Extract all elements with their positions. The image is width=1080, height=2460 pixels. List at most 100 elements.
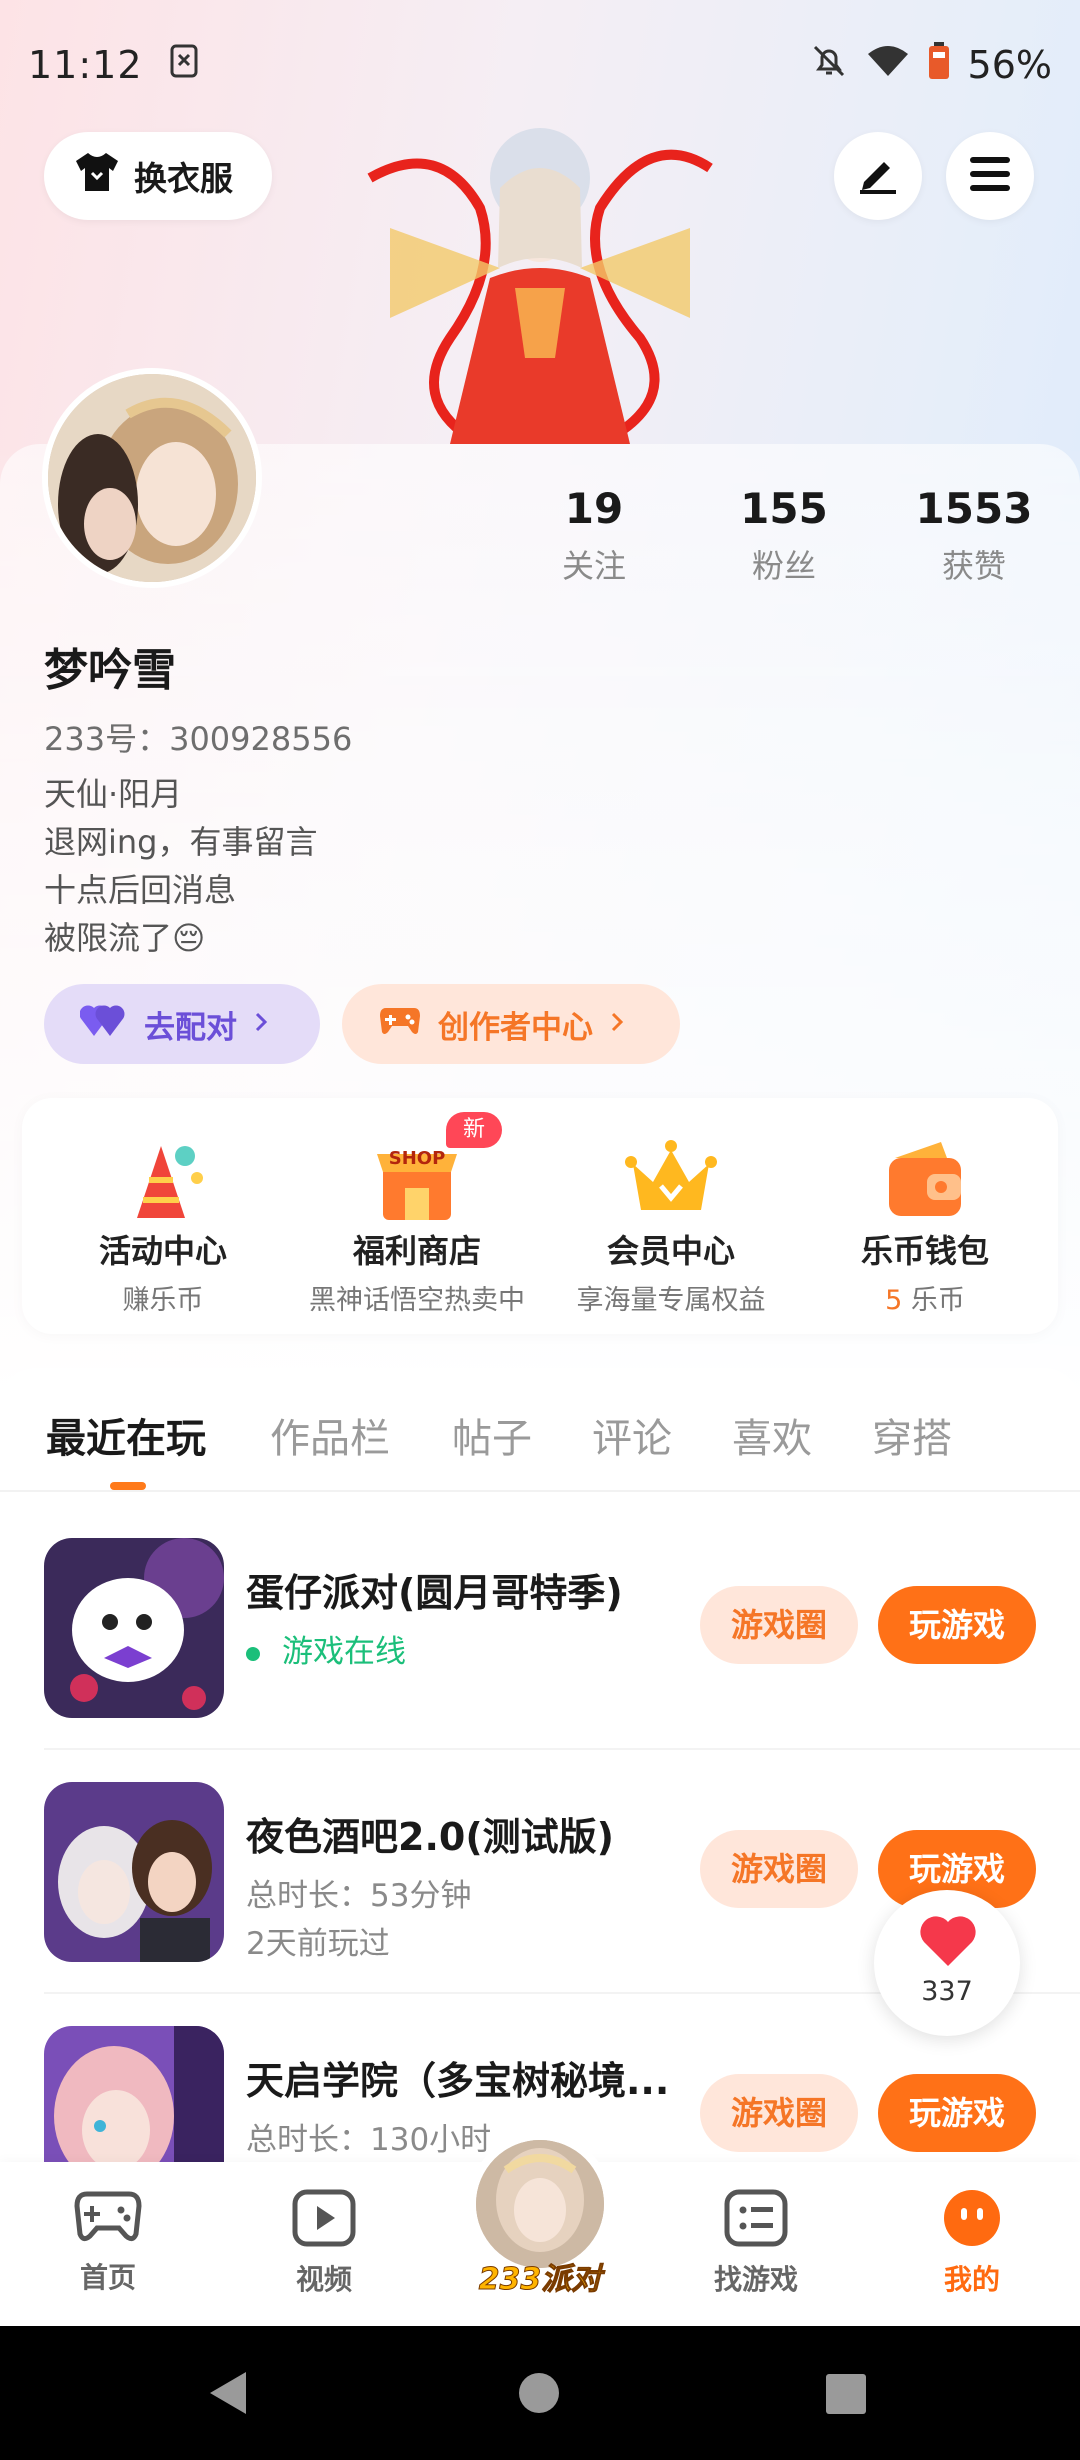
stat-fans-value: 155 bbox=[740, 484, 828, 533]
status-bar: 11:12 56% bbox=[0, 0, 1080, 130]
menu-button[interactable] bbox=[946, 132, 1034, 220]
back-icon[interactable] bbox=[206, 2370, 250, 2420]
nav-video[interactable]: 视频 bbox=[234, 2188, 414, 2298]
shirt-icon bbox=[74, 151, 120, 201]
screenshot-notice-icon bbox=[169, 43, 199, 87]
game-circle-button[interactable]: 游戏圈 bbox=[700, 1830, 858, 1908]
stat-likes-label: 获赞 bbox=[941, 547, 1006, 585]
game-circle-button[interactable]: 游戏圈 bbox=[700, 2074, 858, 2152]
recents-icon[interactable] bbox=[826, 2374, 866, 2418]
list-item[interactable]: 蛋仔派对(圆月哥特季) 游戏在线 游戏圈 玩游戏 bbox=[44, 1538, 1036, 1718]
video-play-icon bbox=[291, 2189, 357, 2252]
nav-find-game[interactable]: 找游戏 bbox=[666, 2188, 846, 2298]
profile-name: 梦吟雪 bbox=[44, 645, 176, 696]
change-outfit-label: 换衣服 bbox=[134, 159, 233, 198]
game-online-status: 游戏在线 bbox=[246, 1626, 406, 1671]
game-name: 天启学院（多宝树秘境... bbox=[246, 2059, 670, 2103]
change-outfit-button[interactable]: 换衣服 bbox=[44, 132, 272, 220]
game-circle-button[interactable]: 游戏圈 bbox=[700, 1586, 858, 1664]
tab-posts[interactable]: 帖子 bbox=[452, 1406, 532, 1464]
like-float-button[interactable]: 337 bbox=[874, 1890, 1020, 2036]
battery-percent: 56% bbox=[967, 43, 1052, 87]
wifi-icon bbox=[866, 43, 910, 87]
svg-text:SHOP: SHOP bbox=[389, 1148, 446, 1169]
new-badge: 新 bbox=[446, 1112, 502, 1148]
stat-likes-value: 1553 bbox=[915, 484, 1033, 533]
bio-line: 被限流了😔 bbox=[44, 919, 206, 957]
activity-center-sub: 赚乐币 bbox=[122, 1285, 204, 1316]
game-online-label: 游戏在线 bbox=[282, 1634, 406, 1670]
vip-center-entry[interactable]: 会员中心 享海量专属权益 bbox=[544, 1098, 798, 1334]
nav-find-game-label: 找游戏 bbox=[713, 2263, 798, 2296]
nav-home[interactable]: 首页 bbox=[18, 2188, 198, 2296]
bio-line: 天仙·阳月 bbox=[44, 775, 183, 813]
stat-fans-label: 粉丝 bbox=[751, 547, 816, 585]
gamepad-icon bbox=[378, 1002, 422, 1046]
coin-unit: 乐币 bbox=[902, 1285, 965, 1316]
quick-entries-panel: 活动中心 赚乐币 SHOP 福利商店 黑神话悟空热卖中 新 会员中心 享海量专属… bbox=[22, 1098, 1058, 1334]
welfare-shop-entry[interactable]: SHOP 福利商店 黑神话悟空热卖中 bbox=[290, 1098, 544, 1334]
tab-outfits[interactable]: 穿搭 bbox=[872, 1406, 952, 1464]
edit-profile-button[interactable] bbox=[834, 132, 922, 220]
nav-party-label: 233派对 bbox=[478, 2262, 602, 2298]
activity-center-title: 活动中心 bbox=[98, 1232, 227, 1270]
row-divider bbox=[44, 1748, 1080, 1750]
welfare-shop-title: 福利商店 bbox=[352, 1232, 481, 1270]
party-hat-icon bbox=[113, 1134, 213, 1224]
tab-indicator bbox=[110, 1482, 146, 1490]
tab-divider bbox=[0, 1490, 1080, 1492]
avatar-character-figure[interactable] bbox=[350, 118, 730, 444]
game-duration: 总时长：130小时 bbox=[246, 2122, 492, 2158]
like-count: 337 bbox=[921, 1976, 973, 2007]
coin-wallet-title: 乐币钱包 bbox=[860, 1232, 989, 1270]
go-match-button[interactable]: 去配对 bbox=[44, 984, 320, 1064]
activity-center-entry[interactable]: 活动中心 赚乐币 bbox=[36, 1098, 290, 1334]
avatar[interactable] bbox=[42, 368, 262, 588]
mute-bell-icon bbox=[810, 42, 848, 89]
nav-home-label: 首页 bbox=[79, 2261, 136, 2294]
tab-likes[interactable]: 喜欢 bbox=[732, 1406, 812, 1464]
vip-center-title: 会员中心 bbox=[606, 1232, 735, 1270]
nav-video-label: 视频 bbox=[295, 2263, 352, 2296]
online-dot-icon bbox=[246, 1646, 260, 1661]
game-thumbnail bbox=[44, 1782, 224, 1962]
go-match-label: 去配对 bbox=[144, 1009, 237, 1046]
mine-face-icon bbox=[940, 2190, 1004, 2252]
crown-icon bbox=[621, 1134, 721, 1224]
status-time: 11:12 bbox=[28, 43, 143, 87]
chevron-right-icon bbox=[609, 1006, 625, 1042]
tab-comments[interactable]: 评论 bbox=[592, 1406, 672, 1464]
gamepad-icon bbox=[73, 2191, 143, 2250]
nav-mine[interactable]: 我的 bbox=[882, 2188, 1062, 2298]
coin-balance: 5 bbox=[885, 1285, 903, 1316]
profile-bio: 天仙·阳月 退网ing，有事留言 十点后回消息 被限流了😔 bbox=[44, 770, 318, 962]
party-avatar bbox=[476, 2140, 604, 2268]
hamburger-menu-icon bbox=[968, 155, 1012, 197]
game-name: 夜色酒吧2.0(测试版) bbox=[246, 1815, 615, 1859]
welfare-shop-sub: 黑神话悟空热卖中 bbox=[309, 1285, 525, 1316]
stat-fans[interactable]: 155 粉丝 bbox=[694, 484, 874, 587]
profile-uid[interactable]: 233号：300928556 bbox=[44, 714, 352, 760]
heart-icon bbox=[918, 1914, 978, 1972]
battery-icon bbox=[928, 41, 950, 89]
wallet-icon bbox=[875, 1134, 975, 1224]
creator-center-button[interactable]: 创作者中心 bbox=[342, 984, 680, 1064]
stat-following-value: 19 bbox=[564, 484, 624, 533]
game-name: 蛋仔派对(圆月哥特季) bbox=[246, 1571, 623, 1615]
nav-mine-label: 我的 bbox=[943, 2263, 1000, 2296]
tab-works[interactable]: 作品栏 bbox=[270, 1406, 390, 1464]
bio-line: 退网ing，有事留言 bbox=[44, 823, 318, 861]
bio-line: 十点后回消息 bbox=[44, 871, 237, 909]
coin-wallet-entry[interactable]: 乐币钱包 5 乐币 bbox=[798, 1098, 1052, 1334]
game-last-played: 2天前玩过 bbox=[246, 1926, 390, 1962]
home-icon[interactable] bbox=[518, 2372, 560, 2418]
play-game-button[interactable]: 玩游戏 bbox=[878, 2074, 1036, 2152]
stat-following[interactable]: 19 关注 bbox=[504, 484, 684, 587]
play-game-button[interactable]: 玩游戏 bbox=[878, 1586, 1036, 1664]
game-thumbnail bbox=[44, 2026, 224, 2162]
vip-center-sub: 享海量专属权益 bbox=[576, 1285, 766, 1316]
stat-following-label: 关注 bbox=[561, 547, 626, 585]
tab-recent-played[interactable]: 最近在玩 bbox=[46, 1406, 206, 1464]
stat-likes[interactable]: 1553 获赞 bbox=[884, 484, 1064, 587]
creator-center-label: 创作者中心 bbox=[438, 1009, 593, 1046]
